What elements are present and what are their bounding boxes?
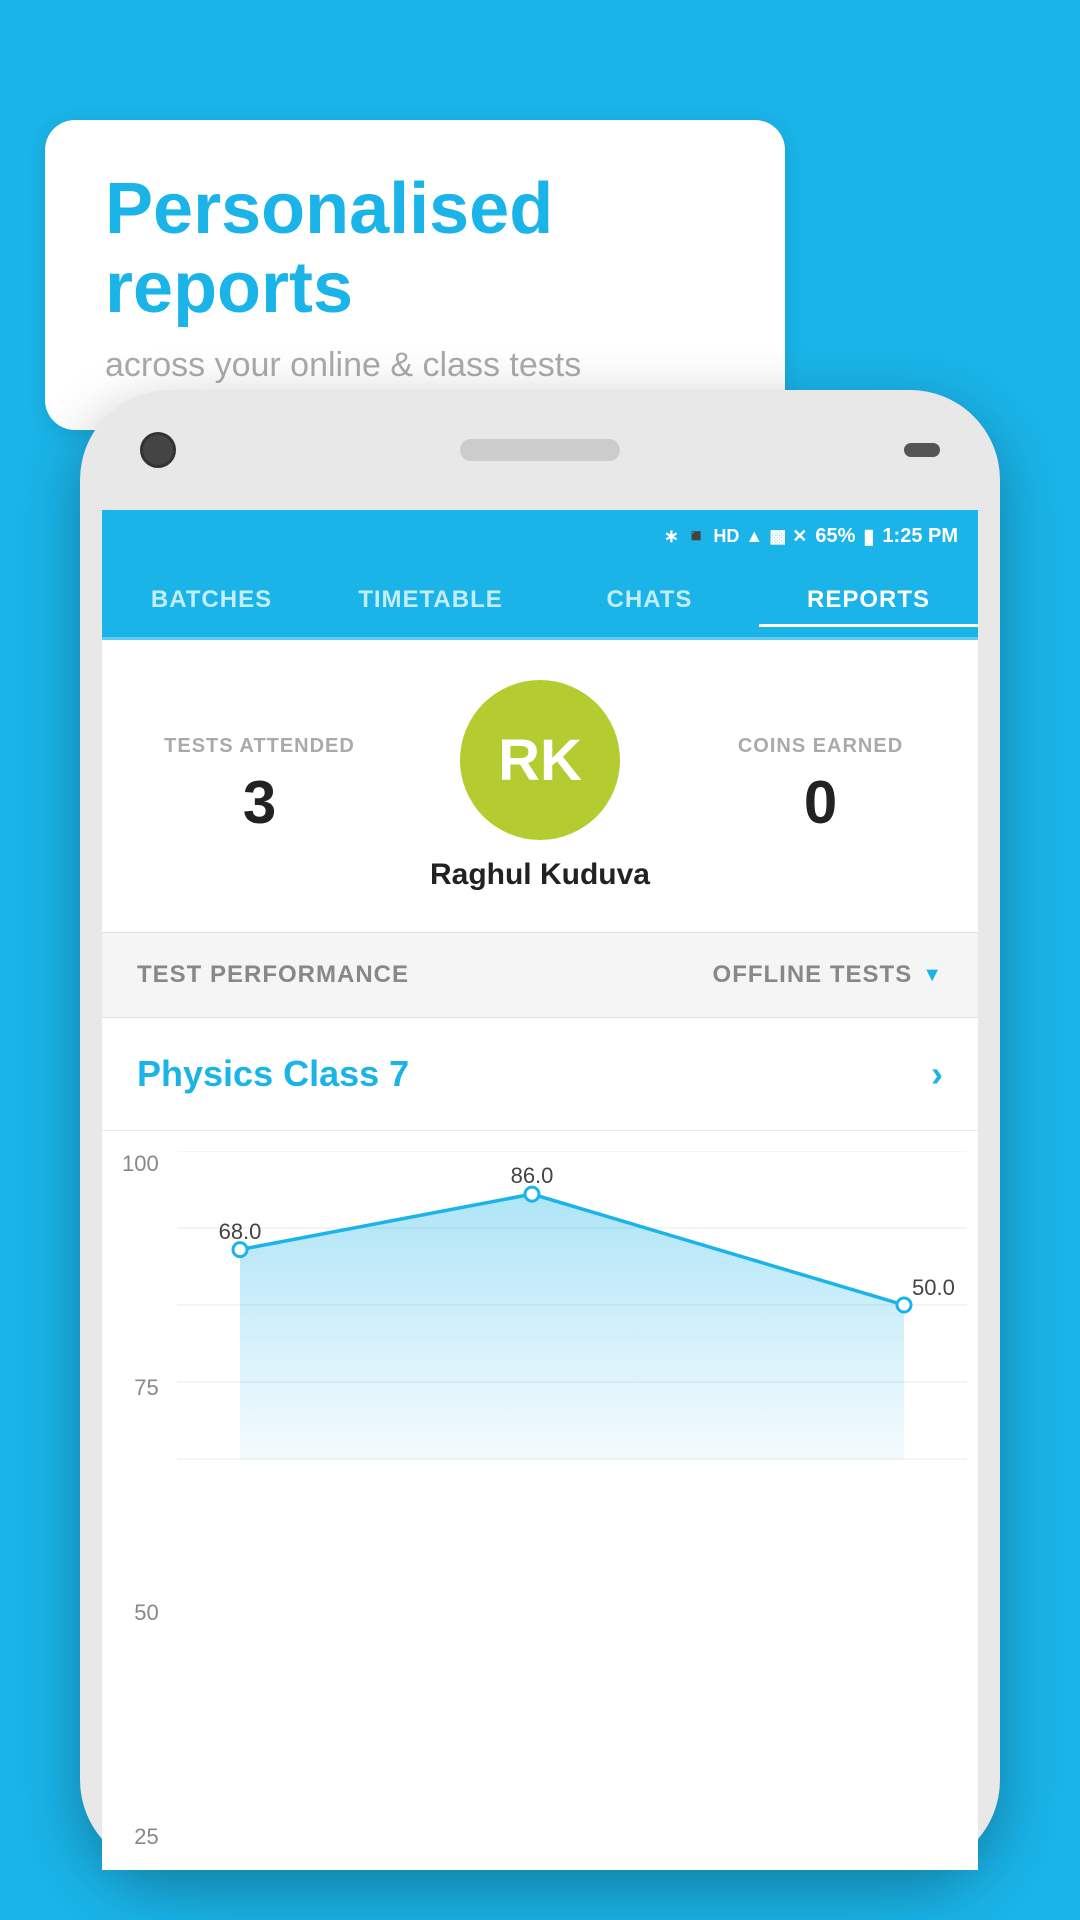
speech-bubble: Personalised reports across your online … [45,120,785,430]
test-performance-label: TEST PERFORMANCE [137,961,409,989]
data-point-3 [897,1298,911,1312]
nosim-icon: ✕ [792,526,807,547]
vibrate-icon: ◾ [685,526,707,547]
test-performance-section: TEST PERFORMANCE OFFLINE TESTS ▼ [102,932,978,1018]
coins-earned-label: COINS EARNED [693,735,948,758]
tests-attended-value: 3 [132,768,387,837]
status-icons: ∗ ◾ HD ▲ ▩ ✕ [664,526,807,547]
data-point-1 [233,1243,247,1257]
profile-section: TESTS ATTENDED 3 RK Raghul Kuduva COINS … [102,640,978,932]
y-label-50: 50 [134,1600,158,1626]
nav-tabs: BATCHES TIMETABLE CHATS REPORTS [102,562,978,640]
avatar: RK [460,680,620,840]
chart-section: 100 75 50 25 [102,1131,978,1870]
bubble-subtitle: across your online & class tests [105,346,725,385]
y-label-75: 75 [134,1375,158,1401]
coins-earned-box: COINS EARNED 0 [693,735,948,837]
front-sensor [904,443,940,457]
wifi-icon: ▲ [745,526,763,547]
speaker [460,439,620,461]
coins-earned-value: 0 [693,768,948,837]
data-label-1: 68.0 [219,1219,262,1244]
chart-container: 68.0 86.0 50.0 [177,1151,968,1860]
tab-timetable[interactable]: TIMETABLE [321,576,540,624]
phone-top [80,390,1000,510]
data-label-3: 50.0 [912,1275,955,1300]
avatar-initials: RK [498,727,582,794]
chart-svg: 68.0 86.0 50.0 [177,1151,967,1461]
y-label-25: 25 [134,1824,158,1850]
time-display: 1:25 PM [882,525,958,548]
user-name: Raghul Kuduva [430,858,650,892]
class-row[interactable]: Physics Class 7 › [102,1018,978,1131]
tab-chats[interactable]: CHATS [540,576,759,624]
y-label-100: 100 [122,1151,159,1177]
phone-frame: ∗ ◾ HD ▲ ▩ ✕ 65% ▮ 1:25 PM BATCHES TIMET… [80,390,1000,1870]
tab-batches[interactable]: BATCHES [102,576,321,624]
hd-icon: HD [713,526,739,547]
tab-reports[interactable]: REPORTS [759,576,978,627]
y-axis: 100 75 50 25 [122,1151,159,1850]
tests-attended-label: TESTS ATTENDED [132,735,387,758]
data-label-2: 86.0 [511,1163,554,1188]
bluetooth-icon: ∗ [664,526,679,547]
signal-icon: ▩ [769,526,786,547]
chart-area [240,1194,904,1459]
avatar-section: RK Raghul Kuduva [387,680,693,892]
chevron-right-icon: › [931,1053,943,1095]
data-point-2 [525,1187,539,1201]
dropdown-arrow-icon: ▼ [922,964,943,987]
phone-screen: ∗ ◾ HD ▲ ▩ ✕ 65% ▮ 1:25 PM BATCHES TIMET… [102,510,978,1870]
class-name: Physics Class 7 [137,1053,409,1095]
bubble-title: Personalised reports [105,170,725,328]
status-bar: ∗ ◾ HD ▲ ▩ ✕ 65% ▮ 1:25 PM [102,510,978,562]
offline-tests-button[interactable]: OFFLINE TESTS ▼ [713,961,943,989]
offline-tests-label: OFFLINE TESTS [713,961,913,989]
battery-icon: ▮ [863,524,874,549]
battery-level: 65% [815,525,855,548]
tests-attended-box: TESTS ATTENDED 3 [132,735,387,837]
camera [140,432,176,468]
